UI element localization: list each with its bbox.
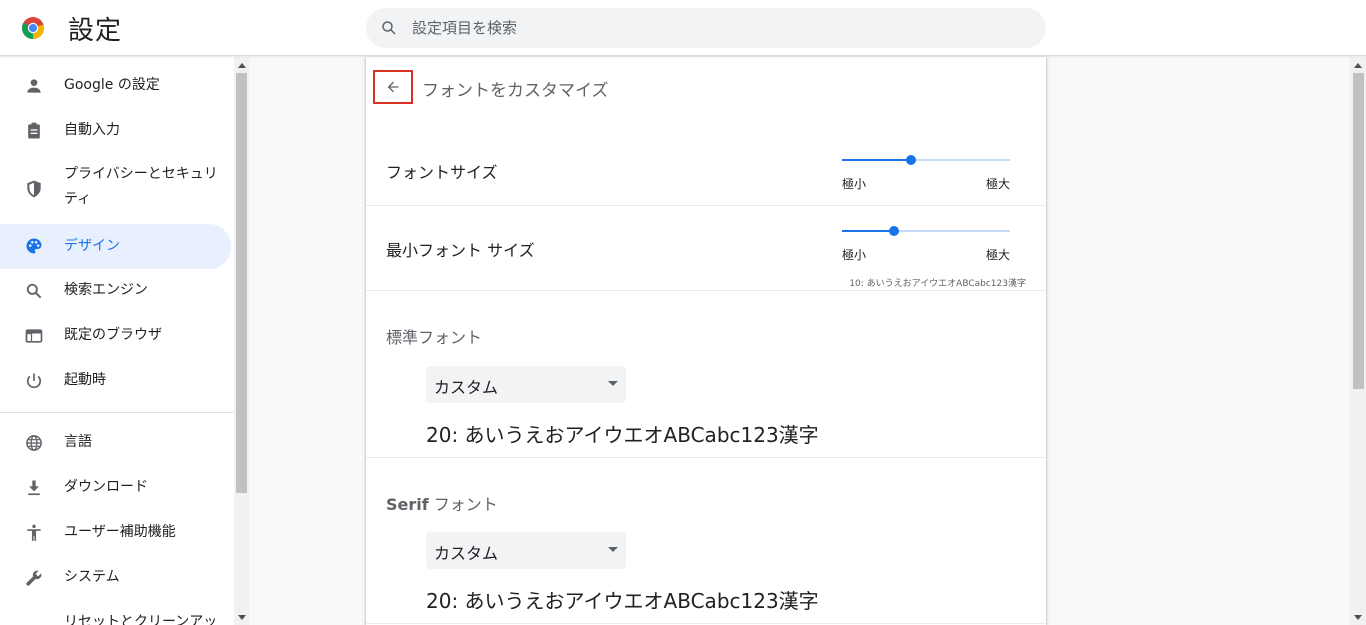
back-button[interactable] xyxy=(373,70,413,104)
sidebar-item-autofill[interactable]: 自動入力 xyxy=(0,118,231,143)
serif-label-bold: Serif xyxy=(386,495,429,514)
scroll-up-icon[interactable] xyxy=(238,63,246,68)
divider xyxy=(366,290,1046,291)
palette-icon xyxy=(26,238,42,254)
sidebar-item-label: システム xyxy=(64,569,120,585)
sidebar-item-startup[interactable]: 起動時 xyxy=(0,368,231,393)
search-input[interactable] xyxy=(412,16,1012,40)
font-size-label: フォントサイズ xyxy=(386,163,498,182)
search-icon xyxy=(26,283,42,299)
divider xyxy=(366,205,1046,206)
standard-font-select[interactable]: カスタム xyxy=(426,366,626,403)
slider-fill xyxy=(842,159,911,161)
download-icon xyxy=(28,480,40,496)
divider xyxy=(366,457,1046,458)
sidebar-item-label: 既定のブラウザ xyxy=(64,327,162,343)
globe-icon xyxy=(26,435,42,451)
scroll-down-icon[interactable] xyxy=(1354,615,1362,620)
power-icon xyxy=(26,373,42,389)
slider-min-label: 極小 xyxy=(842,177,867,191)
sidebar-item-label: 起動時 xyxy=(64,372,106,388)
scroll-down-icon[interactable] xyxy=(238,615,246,620)
select-value: カスタム xyxy=(434,378,499,397)
min-font-size-label: 最小フォント サイズ xyxy=(386,241,535,260)
accessibility-icon xyxy=(27,524,41,541)
scrollbar-thumb[interactable] xyxy=(236,73,247,493)
font-settings-card: フォントをカスタマイズ フォントサイズ 極小 極大 最小フォント サイズ 極小 … xyxy=(366,57,1046,625)
serif-font-sample: 20: あいうえおアイウエオABCabc123漢字 xyxy=(426,589,819,613)
slider-min-label: 極小 xyxy=(842,248,867,262)
sidebar-item-privacy[interactable]: プライバシーとセキュリ ティ xyxy=(0,162,231,214)
wrench-icon xyxy=(26,570,42,586)
slider-fill xyxy=(842,230,894,232)
sidebar-item-accessibility[interactable]: ユーザー補助機能 xyxy=(0,520,231,545)
divider xyxy=(366,623,1046,624)
sidebar-item-label-line2: ティ xyxy=(64,191,92,207)
sidebar-item-system[interactable]: システム xyxy=(0,565,231,590)
min-font-sample-text: 10: あいうえおアイウエオABCabc123漢字 xyxy=(849,279,1026,289)
shield-icon xyxy=(27,180,41,198)
standard-font-sample: 20: あいうえおアイウエオABCabc123漢字 xyxy=(426,423,819,447)
page-scrollbar[interactable] xyxy=(1350,57,1366,625)
standard-font-label: 標準フォント xyxy=(386,328,483,347)
slider-max-label: 極大 xyxy=(985,177,1010,191)
clipboard-icon xyxy=(28,122,40,139)
font-size-slider[interactable]: 極小 極大 xyxy=(842,155,1010,195)
dropdown-caret-icon xyxy=(608,381,618,386)
sidebar-item-downloads[interactable]: ダウンロード xyxy=(0,475,231,500)
serif-font-label: Serif フォント xyxy=(386,491,498,515)
sidebar-item-label: 自動入力 xyxy=(64,122,120,138)
sidebar-item-label: デザイン xyxy=(64,238,120,254)
sidebar-item-label: リセットとクリーンアッ xyxy=(64,614,218,625)
sidebar-item-label: 言語 xyxy=(64,434,92,450)
sidebar-scrollbar[interactable] xyxy=(234,57,249,625)
browser-icon xyxy=(25,329,43,343)
scrollbar-thumb[interactable] xyxy=(1353,73,1364,389)
sidebar-item-label: ユーザー補助機能 xyxy=(64,524,176,540)
page-subtitle: フォントをカスタマイズ xyxy=(422,81,609,101)
search-icon xyxy=(382,21,396,35)
serif-label-rest: フォント xyxy=(428,495,498,514)
select-value: カスタム xyxy=(434,544,499,563)
min-font-size-slider[interactable]: 極小 極大 xyxy=(842,226,1010,266)
arrow-back-icon xyxy=(387,81,399,93)
sidebar-item-search-engine[interactable]: 検索エンジン xyxy=(0,278,231,303)
sidebar-item-label: 検索エンジン xyxy=(64,282,148,298)
chrome-logo-icon xyxy=(21,17,45,40)
sidebar-nav: Google の設定 自動入力 プライバシーとセキュリ ティ デザイン 検索エン… xyxy=(0,57,234,625)
settings-search[interactable] xyxy=(366,8,1046,48)
sidebar-item-reset[interactable]: リセットとクリーンアッ xyxy=(0,610,231,625)
sidebar-item-google-settings[interactable]: Google の設定 xyxy=(0,73,231,98)
sidebar-item-default-browser[interactable]: 既定のブラウザ xyxy=(0,323,231,348)
app-title: 設定 xyxy=(68,16,123,46)
slider-knob[interactable] xyxy=(889,226,899,236)
sidebar-divider xyxy=(0,412,234,413)
serif-font-select[interactable]: カスタム xyxy=(426,532,626,569)
person-icon xyxy=(27,79,41,93)
sidebar-item-label: ダウンロード xyxy=(64,479,148,495)
scroll-up-icon[interactable] xyxy=(1354,63,1362,68)
sidebar-item-label: プライバシーとセキュリ xyxy=(64,166,218,182)
dropdown-caret-icon xyxy=(608,547,618,552)
top-bar: 設定 xyxy=(0,0,1366,56)
slider-max-label: 極大 xyxy=(985,248,1010,262)
sidebar-item-languages[interactable]: 言語 xyxy=(0,430,231,455)
sidebar-item-label: Google の設定 xyxy=(64,77,160,93)
slider-knob[interactable] xyxy=(906,155,916,165)
sidebar-item-design[interactable]: デザイン xyxy=(0,224,231,269)
